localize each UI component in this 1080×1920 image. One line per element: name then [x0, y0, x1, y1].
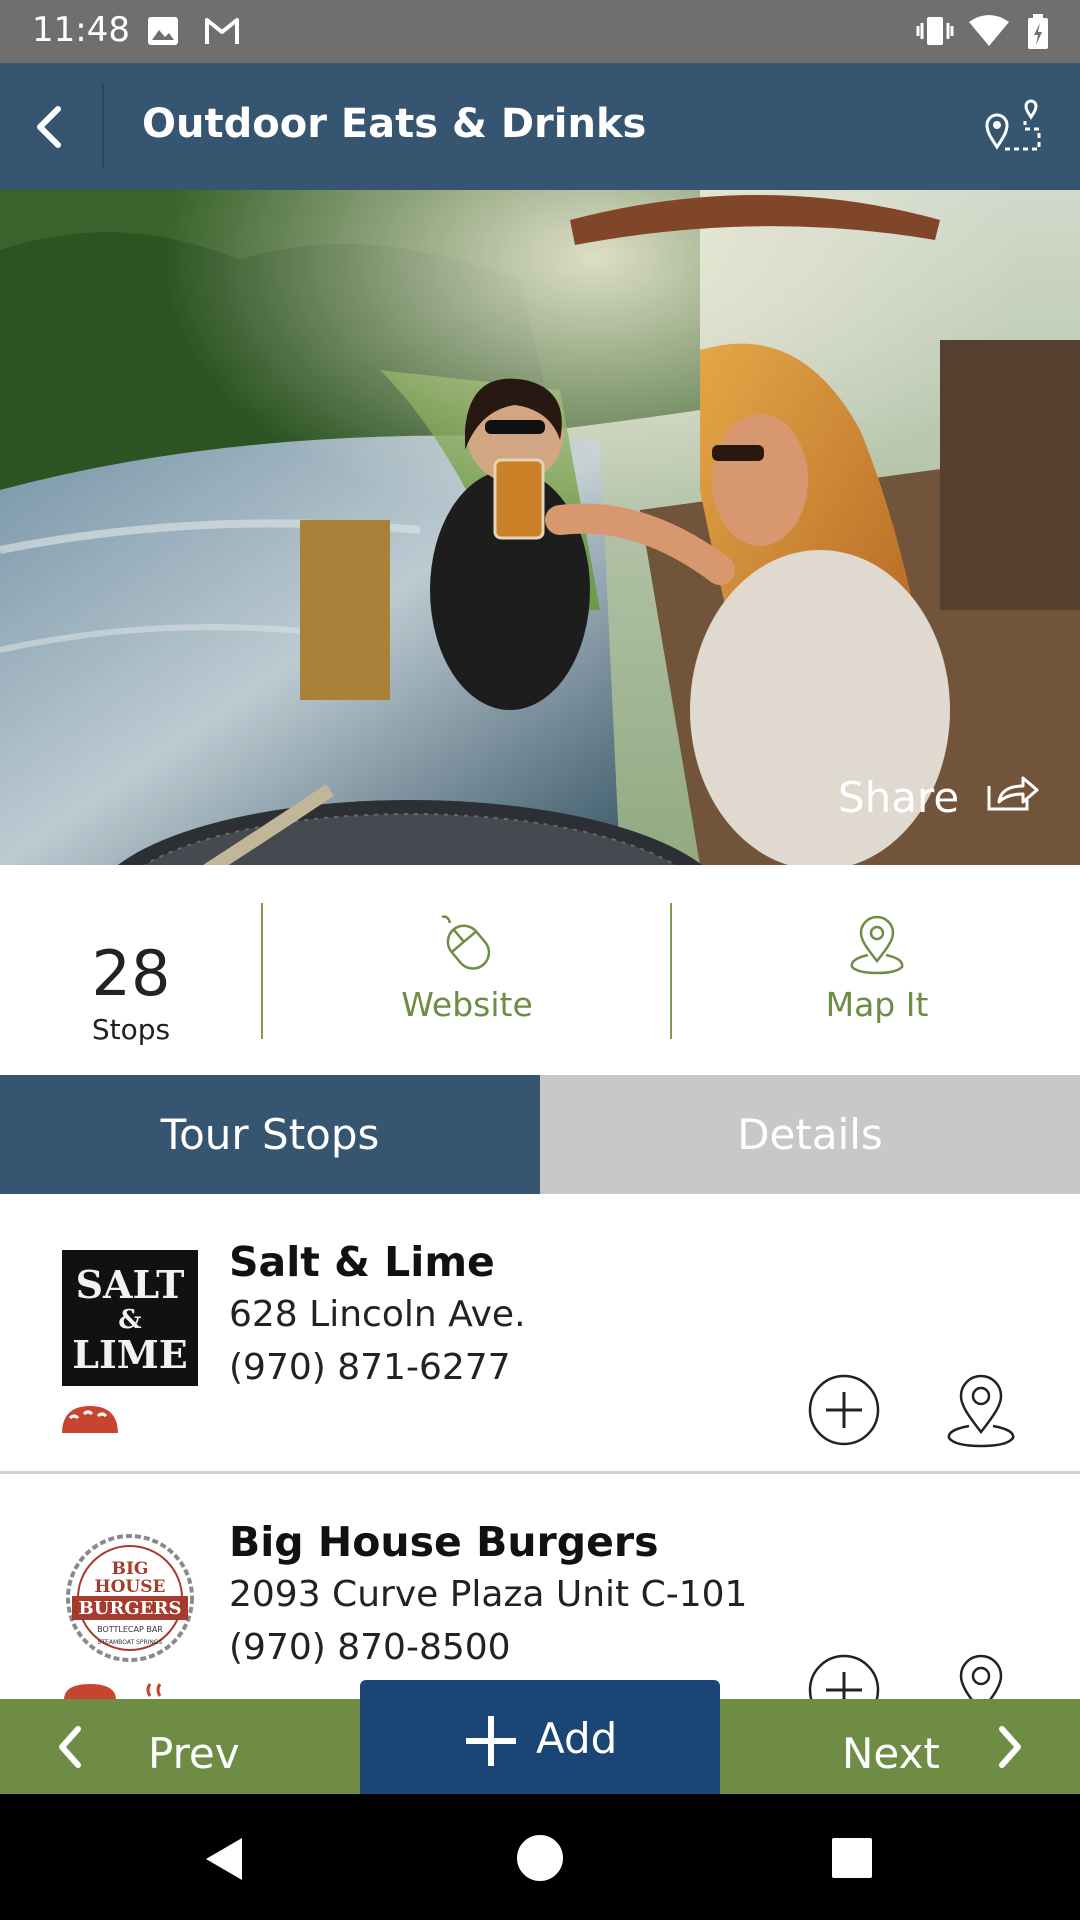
stop-address: 628 Lincoln Ave. — [229, 1294, 526, 1335]
website-button[interactable]: Website — [327, 913, 607, 1024]
system-home-icon[interactable] — [516, 1834, 564, 1886]
stop-name: Salt & Lime — [229, 1238, 495, 1286]
salt-lime-logo: SALT & LIME — [62, 1250, 198, 1386]
page-title: Outdoor Eats & Drinks — [142, 101, 647, 147]
stat-divider — [670, 903, 672, 1039]
logo-text: STEAMBOAT SPRINGS — [98, 1639, 163, 1646]
vibrate-icon — [915, 14, 955, 52]
map-stop-button[interactable] — [945, 1372, 1017, 1448]
status-time: 11:48 — [32, 10, 130, 50]
stat-divider — [261, 903, 263, 1039]
prev-label: Prev — [148, 1729, 240, 1778]
back-button[interactable] — [22, 91, 98, 163]
map-pin-icon — [844, 915, 910, 979]
add-label: Add — [536, 1714, 618, 1763]
list-item[interactable]: SALT & LIME Salt & Lime 628 Lincoln Ave.… — [0, 1194, 1080, 1474]
gmail-icon — [203, 14, 241, 52]
map-stop-button[interactable] — [945, 1652, 1017, 1699]
tour-stops-list: SALT & LIME Salt & Lime 628 Lincoln Ave.… — [0, 1194, 1080, 1699]
next-button[interactable]: Next — [722, 1699, 1080, 1794]
system-recents-icon[interactable] — [832, 1838, 872, 1882]
website-label: Website — [401, 985, 533, 1024]
stops-count: 28 — [91, 937, 171, 1010]
app-header: Outdoor Eats & Drinks — [0, 63, 1080, 190]
stats-row: 28 Stops Website Map It — [0, 865, 1080, 1075]
system-nav-bar — [0, 1794, 1080, 1920]
burger-icon — [60, 1682, 120, 1699]
stop-phone[interactable]: (970) 871-6277 — [229, 1347, 511, 1388]
map-it-label: Map It — [825, 985, 929, 1024]
add-stop-button[interactable] — [808, 1374, 880, 1446]
chevron-right-icon — [992, 1723, 1028, 1775]
logo-text: BIG — [112, 1559, 149, 1579]
image-icon — [146, 14, 180, 52]
wifi-icon — [968, 14, 1010, 52]
chevron-left-icon — [52, 1723, 88, 1775]
logo-text: BURGERS — [79, 1598, 182, 1619]
logo-text: & — [118, 1305, 141, 1335]
share-label: Share — [838, 773, 960, 822]
big-house-burgers-logo: BIG HOUSE BURGERS BOTTLECAP BAR STEAMBOA… — [62, 1530, 198, 1666]
logo-text: SALT — [76, 1262, 185, 1307]
prev-button[interactable]: Prev — [0, 1699, 358, 1794]
stop-phone[interactable]: (970) 870-8500 — [229, 1627, 511, 1668]
logo-text: LIME — [72, 1332, 188, 1377]
plus-icon — [464, 1714, 518, 1772]
add-stop-button[interactable] — [808, 1654, 880, 1699]
tab-tour-stops[interactable]: Tour Stops — [0, 1075, 540, 1194]
tab-details[interactable]: Details — [540, 1075, 1080, 1194]
map-route-icon[interactable] — [985, 95, 1045, 157]
list-item[interactable]: BIG HOUSE BURGERS BOTTLECAP BAR STEAMBOA… — [0, 1474, 1080, 1699]
battery-icon — [1026, 14, 1050, 54]
add-button[interactable]: Add — [360, 1680, 720, 1794]
share-icon — [985, 773, 1039, 822]
status-bar: 11:48 — [0, 0, 1080, 63]
stop-name: Big House Burgers — [229, 1518, 659, 1566]
next-label: Next — [842, 1729, 940, 1778]
taco-icon — [60, 1402, 120, 1440]
logo-text: BOTTLECAP BAR — [97, 1625, 163, 1634]
mouse-icon — [434, 915, 500, 979]
logo-text: HOUSE — [95, 1577, 166, 1597]
stops-label: Stops — [91, 1013, 171, 1046]
hero-photo — [0, 190, 1080, 865]
header-divider — [102, 83, 104, 169]
tab-bar: Tour Stops Details — [0, 1075, 1080, 1194]
stop-address: 2093 Curve Plaza Unit C-101 — [229, 1574, 748, 1615]
hero-image: Share — [0, 190, 1080, 865]
grill-icon — [132, 1682, 182, 1699]
system-back-icon[interactable] — [202, 1836, 246, 1886]
map-it-button[interactable]: Map It — [737, 913, 1017, 1024]
share-button[interactable]: Share — [838, 773, 1039, 822]
